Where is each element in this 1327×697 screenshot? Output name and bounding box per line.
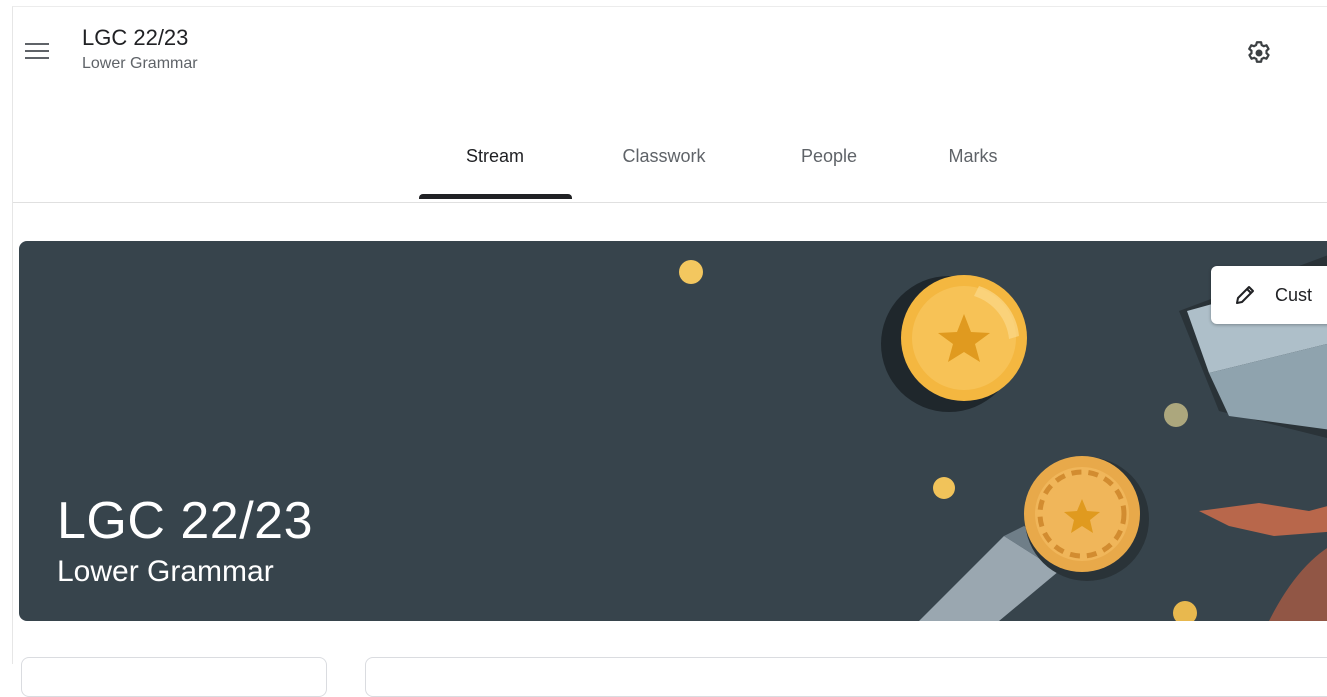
banner-class-title: LGC 22/23 [57,492,313,550]
pencil-icon [1236,286,1254,304]
classroom-app: LGC 22/23 Lower Grammar Stream Classwork… [12,6,1327,697]
customise-button-label: Cust [1275,284,1313,305]
class-banner: LGC 22/23 Lower Grammar Cust [19,241,1327,621]
settings-button[interactable] [1239,33,1279,73]
gear-icon [1248,41,1270,63]
active-tab-indicator [419,194,572,199]
tab-people-label: People [800,146,858,166]
main-menu-button[interactable] [19,35,55,67]
tab-classwork[interactable]: Classwork [596,135,732,205]
class-title-block[interactable]: LGC 22/23 Lower Grammar [82,24,198,73]
class-title: LGC 22/23 [82,25,189,50]
announce-card[interactable] [365,657,1327,697]
banner-class-subtitle: Lower Grammar [57,555,274,588]
tab-marks-label: Marks [948,146,998,166]
upcoming-card [21,657,327,697]
tab-people[interactable]: People [777,135,881,205]
hamburger-menu-icon [25,43,49,45]
customise-button[interactable]: Cust [1211,266,1327,324]
tab-marks[interactable]: Marks [925,135,1021,205]
tab-classwork-label: Classwork [622,146,706,166]
class-tabs: Stream Classwork People Marks [13,115,1327,205]
class-subtitle: Lower Grammar [82,55,198,72]
tabs-divider [13,202,1327,203]
tab-stream-label: Stream [465,146,525,166]
